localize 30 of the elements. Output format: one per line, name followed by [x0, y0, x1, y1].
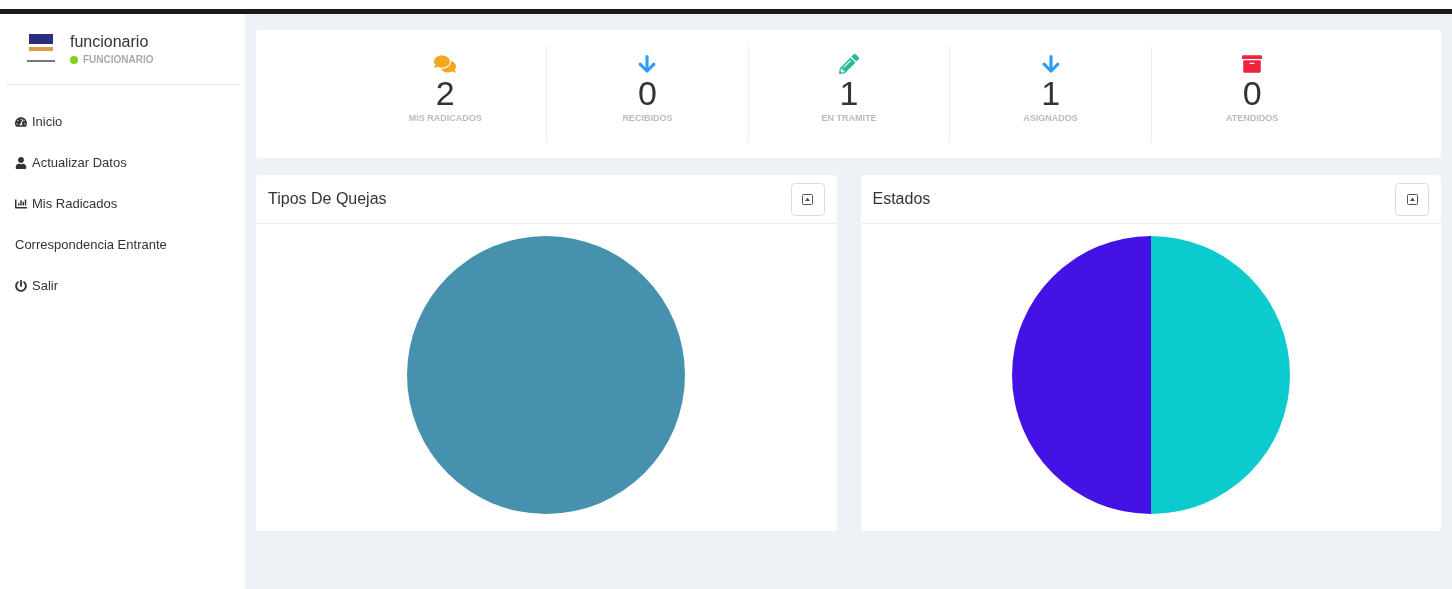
gauge-icon [15, 115, 27, 128]
stat-value: 1 [839, 74, 859, 112]
collapse-button[interactable] [1395, 182, 1429, 216]
stat-label: RECIBIDOS [622, 112, 673, 125]
bar-chart-icon [15, 197, 27, 210]
stat-value: 1 [1041, 74, 1061, 112]
stat-value: 2 [435, 74, 455, 112]
stat-value: 0 [1242, 74, 1262, 112]
caret-up-icon [802, 193, 813, 205]
panel-title: Estados [872, 189, 931, 209]
power-icon [15, 279, 27, 292]
stat-label: MIS RADICADOS [408, 112, 482, 125]
stat-label: ATENDIDOS [1226, 112, 1279, 125]
menu-item[interactable]: Correspondencia Entrante [0, 224, 245, 265]
menu-item[interactable]: Mis Radicados [0, 183, 245, 224]
chat-bubbles-icon [434, 54, 457, 74]
menu-item[interactable]: Salir [0, 265, 245, 306]
menu-item[interactable]: Actualizar Datos [0, 142, 245, 183]
panel-title: Tipos De Quejas [268, 189, 387, 209]
caret-up-icon [1406, 193, 1418, 205]
archive-box-icon [1241, 54, 1264, 74]
user-role: FUNCIONARIO [83, 53, 154, 67]
user-name: funcionario [70, 32, 150, 52]
pencil-icon [838, 54, 860, 74]
collapse-button[interactable] [790, 182, 825, 216]
user-icon [15, 156, 27, 169]
stat-label: ASIGNADOS [1023, 112, 1078, 125]
stat-label: EN TRAMITE [821, 112, 877, 125]
stat-value: 0 [637, 74, 657, 112]
menu-item[interactable]: Inicio [0, 101, 245, 142]
